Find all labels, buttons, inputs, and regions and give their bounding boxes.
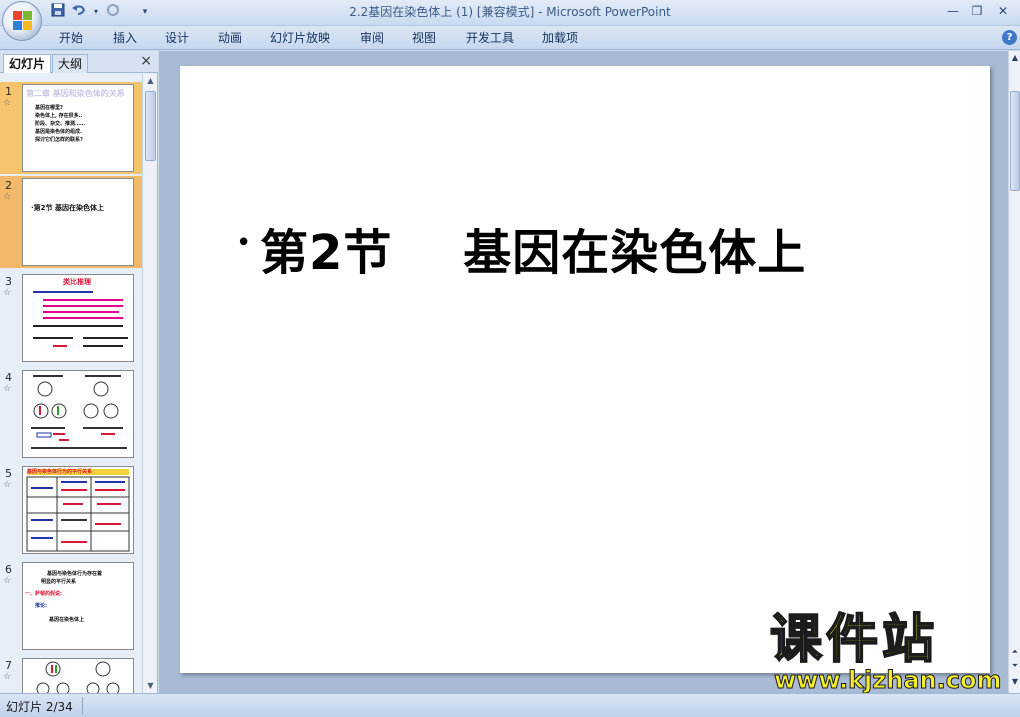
status-divider (82, 697, 83, 715)
title-bar: 2.2基因在染色体上 (1) [兼容模式] - Microsoft PowerP… (0, 0, 1020, 26)
thumb-text: 基因在哪里? (35, 105, 63, 111)
tab-slideshow[interactable]: 幻灯片放映 (270, 29, 330, 47)
thumb-text: 基因与染色体行为存在着 (47, 571, 103, 577)
animation-star-icon: ☆ (3, 672, 12, 682)
tab-design[interactable]: 设计 (165, 29, 189, 47)
slide-title-text[interactable]: 第2节 基因在染色体上 (260, 213, 806, 283)
animation-star-icon: ☆ (3, 192, 12, 202)
undo-dropdown-icon[interactable]: ▾ (87, 3, 105, 21)
scrollbar-thumb[interactable] (1010, 91, 1020, 191)
minimize-icon[interactable]: — (942, 2, 964, 20)
close-icon[interactable]: × (140, 53, 152, 69)
next-slide-icon[interactable]: ⏷ (1009, 661, 1020, 671)
slide-preview (22, 370, 134, 458)
slide-thumbnail-7[interactable]: 7 ☆ (0, 656, 142, 693)
slide-editor: • 第2节 基因在染色体上 (159, 51, 1008, 693)
close-icon[interactable]: ✕ (992, 2, 1014, 20)
slide-preview: ·第2节 基因在染色体上 (22, 178, 134, 266)
status-bar: 幻灯片 2/34 (0, 693, 1020, 717)
slides-panel: 幻灯片 大纲 × 1 ☆ 第二章 基因和染色体的关系 基因在哪里? 染色体上, … (0, 51, 158, 693)
office-button[interactable] (2, 1, 42, 41)
thumb-text: ·第2节 基因在染色体上 (31, 204, 104, 212)
slide-thumbnail-2[interactable]: 2 ☆ ·第2节 基因在染色体上 (0, 176, 142, 268)
thumb-text: 基因在染色体上 (49, 617, 85, 623)
tab-outline[interactable]: 大纲 (52, 54, 89, 73)
office-logo-icon (13, 11, 33, 31)
undo-icon[interactable] (70, 3, 88, 21)
slide-number: 6 (5, 563, 12, 576)
thumb-text: 第二章 基因和染色体的关系 (26, 89, 125, 98)
watermark-url: www.kjzhan.com (773, 666, 1002, 695)
ribbon-tabs: 开始 插入 设计 动画 幻灯片放映 审阅 视图 开发工具 加载项 ? (0, 26, 1020, 50)
panel-tabs: 幻灯片 大纲 × (0, 51, 158, 73)
slide-number: 5 (5, 467, 12, 480)
animation-star-icon: ☆ (3, 384, 12, 394)
slide-preview: 基因与染色体行为存在着 明显的平行关系 一、萨顿的假说: 推论: 基因在染色体上 (22, 562, 134, 650)
tab-view[interactable]: 视图 (412, 29, 436, 47)
animation-star-icon: ☆ (3, 576, 12, 586)
customize-qat-icon[interactable]: ▾ (136, 3, 154, 21)
tab-insert[interactable]: 插入 (113, 29, 137, 47)
watermark-logo: 课件站 (769, 610, 939, 670)
help-icon[interactable]: ? (1002, 30, 1017, 45)
slide-thumbnail-5[interactable]: 5 ☆ 基因与染色体行为的平行关系 (0, 464, 142, 556)
slide-number: 3 (5, 275, 12, 288)
document-title: 2.2基因在染色体上 (1) [兼容模式] - (349, 5, 547, 19)
redo-icon[interactable] (104, 3, 122, 21)
tab-developer[interactable]: 开发工具 (466, 29, 514, 47)
powerpoint-window: 2.2基因在染色体上 (1) [兼容模式] - Microsoft PowerP… (0, 0, 1020, 717)
slide-preview: 类比推理 (22, 274, 134, 362)
scrollbar-thumb[interactable] (145, 91, 156, 161)
slide-thumbnail-1[interactable]: 1 ☆ 第二章 基因和染色体的关系 基因在哪里? 染色体上, 存在很多.. 阶段… (0, 82, 142, 174)
scroll-up-icon[interactable]: ▲ (143, 74, 158, 88)
animation-star-icon: ☆ (3, 288, 12, 298)
thumbnail-list: 1 ☆ 第二章 基因和染色体的关系 基因在哪里? 染色体上, 存在很多.. 阶段… (0, 74, 142, 693)
editor-scrollbar[interactable]: ▲ ⏶ ⏷ ▼ (1008, 51, 1020, 693)
slide-thumbnail-3[interactable]: 3 ☆ 类比推理 (0, 272, 142, 364)
animation-star-icon: ☆ (3, 480, 12, 490)
maximize-icon[interactable]: ❐ (966, 2, 988, 20)
tab-addins[interactable]: 加载项 (542, 29, 578, 47)
thumb-text: 探讨它们怎样的联系? (35, 137, 83, 143)
thumb-text: 推论: (35, 603, 47, 609)
thumb-text: 明显的平行关系 (41, 579, 77, 585)
scroll-down-icon[interactable]: ▼ (1009, 677, 1020, 686)
slide-preview: 基因与染色体行为的平行关系 (22, 466, 134, 554)
animation-star-icon: ☆ (3, 98, 12, 108)
tab-home[interactable]: 开始 (59, 29, 83, 47)
tab-animations[interactable]: 动画 (218, 29, 242, 47)
slide-number: 2 (5, 179, 12, 192)
thumb-text: 染色体上, 存在很多.. (35, 113, 83, 119)
tab-review[interactable]: 审阅 (360, 29, 384, 47)
app-name: Microsoft PowerPoint (546, 5, 671, 19)
slide-indicator: 幻灯片 2/34 (6, 700, 73, 714)
tab-slides[interactable]: 幻灯片 (3, 54, 52, 73)
slide-preview: 第二章 基因和染色体的关系 基因在哪里? 染色体上, 存在很多.. 阶段、杂交、… (22, 84, 134, 172)
slide-number: 7 (5, 659, 12, 672)
thumb-text: 类比推理 (63, 278, 91, 286)
slide-number: 1 (5, 85, 12, 98)
thumbnail-scrollbar[interactable]: ▲ ▼ (142, 74, 157, 693)
thumb-text: 阶段、杂交、推测…… (35, 121, 86, 127)
thumb-text: 基因是染色体的组成. (35, 129, 82, 135)
scroll-up-icon[interactable]: ▲ (1009, 53, 1020, 62)
current-slide[interactable]: • 第2节 基因在染色体上 (180, 66, 990, 673)
slide-preview (22, 658, 134, 693)
slide-thumbnail-6[interactable]: 6 ☆ 基因与染色体行为存在着 明显的平行关系 一、萨顿的假说: 推论: 基因在… (0, 560, 142, 652)
previous-slide-icon[interactable]: ⏶ (1009, 647, 1020, 657)
save-icon[interactable] (49, 3, 67, 21)
bullet-icon: • (236, 228, 252, 258)
scroll-down-icon[interactable]: ▼ (143, 679, 158, 693)
thumb-text: 一、萨顿的假说: (25, 591, 63, 597)
slide-thumbnail-4[interactable]: 4 ☆ (0, 368, 142, 460)
slide-number: 4 (5, 371, 12, 384)
